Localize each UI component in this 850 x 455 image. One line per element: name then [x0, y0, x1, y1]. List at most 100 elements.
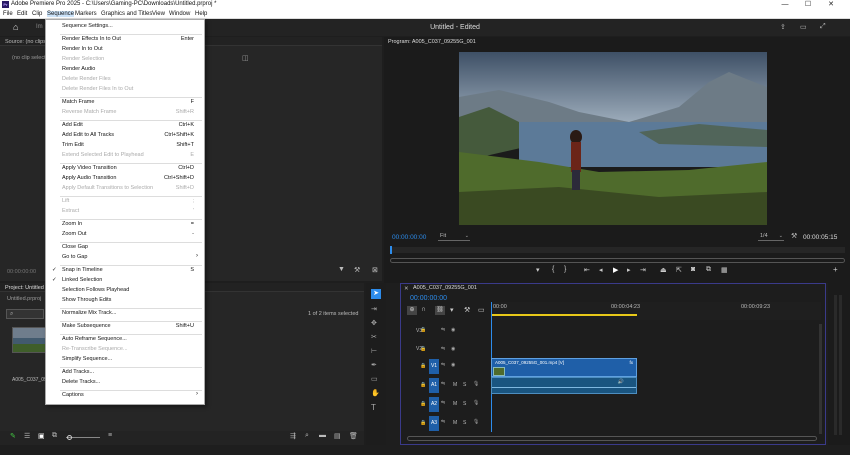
- menu-item[interactable]: Zoom In: [62, 221, 82, 227]
- menu-markers[interactable]: Markers: [75, 11, 97, 17]
- sync-lock-icon[interactable]: ⇋: [441, 419, 445, 425]
- captions-icon[interactable]: ▭: [478, 306, 485, 314]
- track-a2-label[interactable]: A2: [429, 397, 439, 412]
- import-tab[interactable]: Im: [36, 24, 43, 30]
- add-marker-icon[interactable]: ▾: [536, 266, 540, 274]
- lock-icon[interactable]: 🔒: [420, 363, 426, 369]
- wrench-icon[interactable]: ⚒: [464, 306, 470, 314]
- timeline-title[interactable]: A005_C037_09255G_001: [413, 285, 477, 291]
- eye-icon[interactable]: ◉: [451, 346, 455, 352]
- freeform-view-icon[interactable]: ⧉: [52, 432, 57, 440]
- sync-lock-icon[interactable]: ⇋: [441, 346, 445, 352]
- rectangle-tool-icon[interactable]: ▭: [371, 375, 378, 383]
- menu-item[interactable]: Render Effects In to Out: [62, 36, 121, 42]
- timeline-ruler[interactable]: 00:00 00:00:04:23 00:00:09:23: [491, 302, 821, 320]
- microphone-icon[interactable]: 🎙: [473, 400, 479, 406]
- icon-view-icon[interactable]: ▣: [38, 432, 45, 440]
- menu-item[interactable]: Show Through Edits: [62, 297, 111, 303]
- wrench-icon[interactable]: ⚒: [791, 232, 797, 240]
- type-tool-icon[interactable]: T: [371, 403, 376, 412]
- menu-item[interactable]: Selection Follows Playhead: [62, 287, 129, 293]
- menu-view[interactable]: View: [152, 11, 165, 17]
- hand-tool-icon[interactable]: ✋: [371, 389, 380, 397]
- find-icon[interactable]: ⌕: [305, 432, 309, 440]
- sync-lock-icon[interactable]: ⇋: [441, 381, 445, 387]
- solo-button[interactable]: S: [463, 382, 466, 388]
- track-select-tool-icon[interactable]: ⇥: [371, 305, 377, 313]
- source-settings-icon[interactable]: ◫: [242, 54, 249, 62]
- linked-selection-icon[interactable]: ⛓: [435, 306, 445, 315]
- menu-sequence[interactable]: Sequence: [47, 11, 75, 17]
- menu-help[interactable]: Help: [195, 11, 207, 17]
- lock-icon[interactable]: 🔒: [420, 382, 426, 388]
- menu-item[interactable]: Captions: [62, 392, 84, 398]
- eye-icon[interactable]: ◉: [451, 327, 455, 333]
- mute-button[interactable]: M: [453, 420, 457, 426]
- comparison-view-icon[interactable]: ⧉: [706, 266, 711, 274]
- menu-item[interactable]: Snap in Timeline: [62, 267, 103, 273]
- minimize-button[interactable]: —: [774, 0, 796, 10]
- sync-lock-icon[interactable]: ⇋: [441, 327, 445, 333]
- solo-button[interactable]: S: [463, 401, 466, 407]
- solo-button[interactable]: S: [463, 420, 466, 426]
- menu-item[interactable]: Simplify Sequence...: [62, 356, 112, 362]
- menu-item[interactable]: Delete Tracks...: [62, 379, 100, 385]
- panel-menu-icon[interactable]: ⊠: [372, 266, 378, 274]
- snap-icon[interactable]: ∩: [421, 306, 426, 313]
- menu-item[interactable]: Make Subsequence: [62, 323, 111, 329]
- wrench-icon[interactable]: ⚒: [354, 266, 360, 274]
- pencil-icon[interactable]: ✎: [10, 432, 16, 440]
- source-panel-title[interactable]: Source: (no clips): [5, 39, 48, 45]
- track-v3-label[interactable]: V3: [416, 328, 422, 334]
- microphone-icon[interactable]: 🎙: [473, 381, 479, 387]
- menu-item[interactable]: Add Edit to All Tracks: [62, 132, 114, 138]
- menu-item[interactable]: Add Tracks...: [62, 369, 94, 375]
- source-timecode[interactable]: 00:00:00:00: [7, 269, 36, 275]
- menu-item[interactable]: Sequence Settings...: [62, 23, 113, 29]
- export-frame-icon[interactable]: ◙: [691, 266, 695, 273]
- step-forward-icon[interactable]: ▸: [627, 266, 631, 274]
- automate-icon[interactable]: ⇶: [290, 432, 296, 440]
- menu-item[interactable]: Trim Edit: [62, 142, 84, 148]
- new-bin-icon[interactable]: ▬: [319, 432, 326, 439]
- menu-item[interactable]: Normalize Mix Track...: [62, 310, 116, 316]
- extract-icon[interactable]: ⇱: [676, 266, 682, 274]
- mark-out-icon[interactable]: }: [564, 266, 566, 273]
- audio-clip[interactable]: 🔊: [491, 377, 637, 394]
- track-v2-label[interactable]: V2: [416, 346, 422, 352]
- menu-item[interactable]: Apply Audio Transition: [62, 175, 116, 181]
- razor-tool-icon[interactable]: ✂: [371, 333, 377, 341]
- timeline-zoom-scrollbar[interactable]: [407, 436, 817, 441]
- menu-item[interactable]: Apply Video Transition: [62, 165, 117, 171]
- quick-export-icon[interactable]: ▭: [800, 23, 807, 31]
- go-to-in-icon[interactable]: ⇤: [584, 266, 590, 274]
- program-timecode[interactable]: 00:00:00:00: [392, 234, 426, 241]
- go-to-out-icon[interactable]: ⇥: [640, 266, 646, 274]
- menu-item[interactable]: Auto Reframe Sequence...: [62, 336, 127, 342]
- step-back-icon[interactable]: ◂: [599, 266, 603, 274]
- mark-in-icon[interactable]: {: [552, 266, 554, 273]
- sync-lock-icon[interactable]: ⇋: [441, 362, 445, 368]
- video-clip[interactable]: A005_C037_09255G_001.mp4 [V] fx: [491, 358, 637, 377]
- home-icon[interactable]: ⌂: [13, 22, 18, 32]
- add-marker-icon[interactable]: ▾: [450, 306, 454, 314]
- menu-clip[interactable]: Clip: [32, 11, 42, 17]
- menu-item[interactable]: Add Edit: [62, 122, 83, 128]
- close-icon[interactable]: ✕: [404, 286, 409, 292]
- ripple-edit-tool-icon[interactable]: ✥: [371, 319, 377, 327]
- filter-icon[interactable]: ▼: [338, 266, 345, 273]
- work-area-bar[interactable]: [491, 314, 637, 316]
- track-a3-label[interactable]: A3: [429, 416, 439, 431]
- pen-tool-icon[interactable]: ✒: [371, 361, 377, 369]
- zoom-scrollbar[interactable]: [390, 258, 845, 263]
- slip-tool-icon[interactable]: ⊢: [371, 347, 377, 355]
- share-icon[interactable]: ⇪: [780, 23, 786, 31]
- trash-icon[interactable]: 🗑: [349, 432, 358, 440]
- close-button[interactable]: ✕: [820, 0, 842, 10]
- menu-window[interactable]: Window: [169, 11, 190, 17]
- menu-item[interactable]: Go to Gap: [62, 254, 87, 260]
- selection-tool-icon[interactable]: ➤: [371, 289, 381, 299]
- program-panel-title[interactable]: Program: A005_C037_09255G_001: [388, 39, 476, 45]
- menu-edit[interactable]: Edit: [17, 11, 27, 17]
- menu-item[interactable]: Render In to Out: [62, 46, 103, 52]
